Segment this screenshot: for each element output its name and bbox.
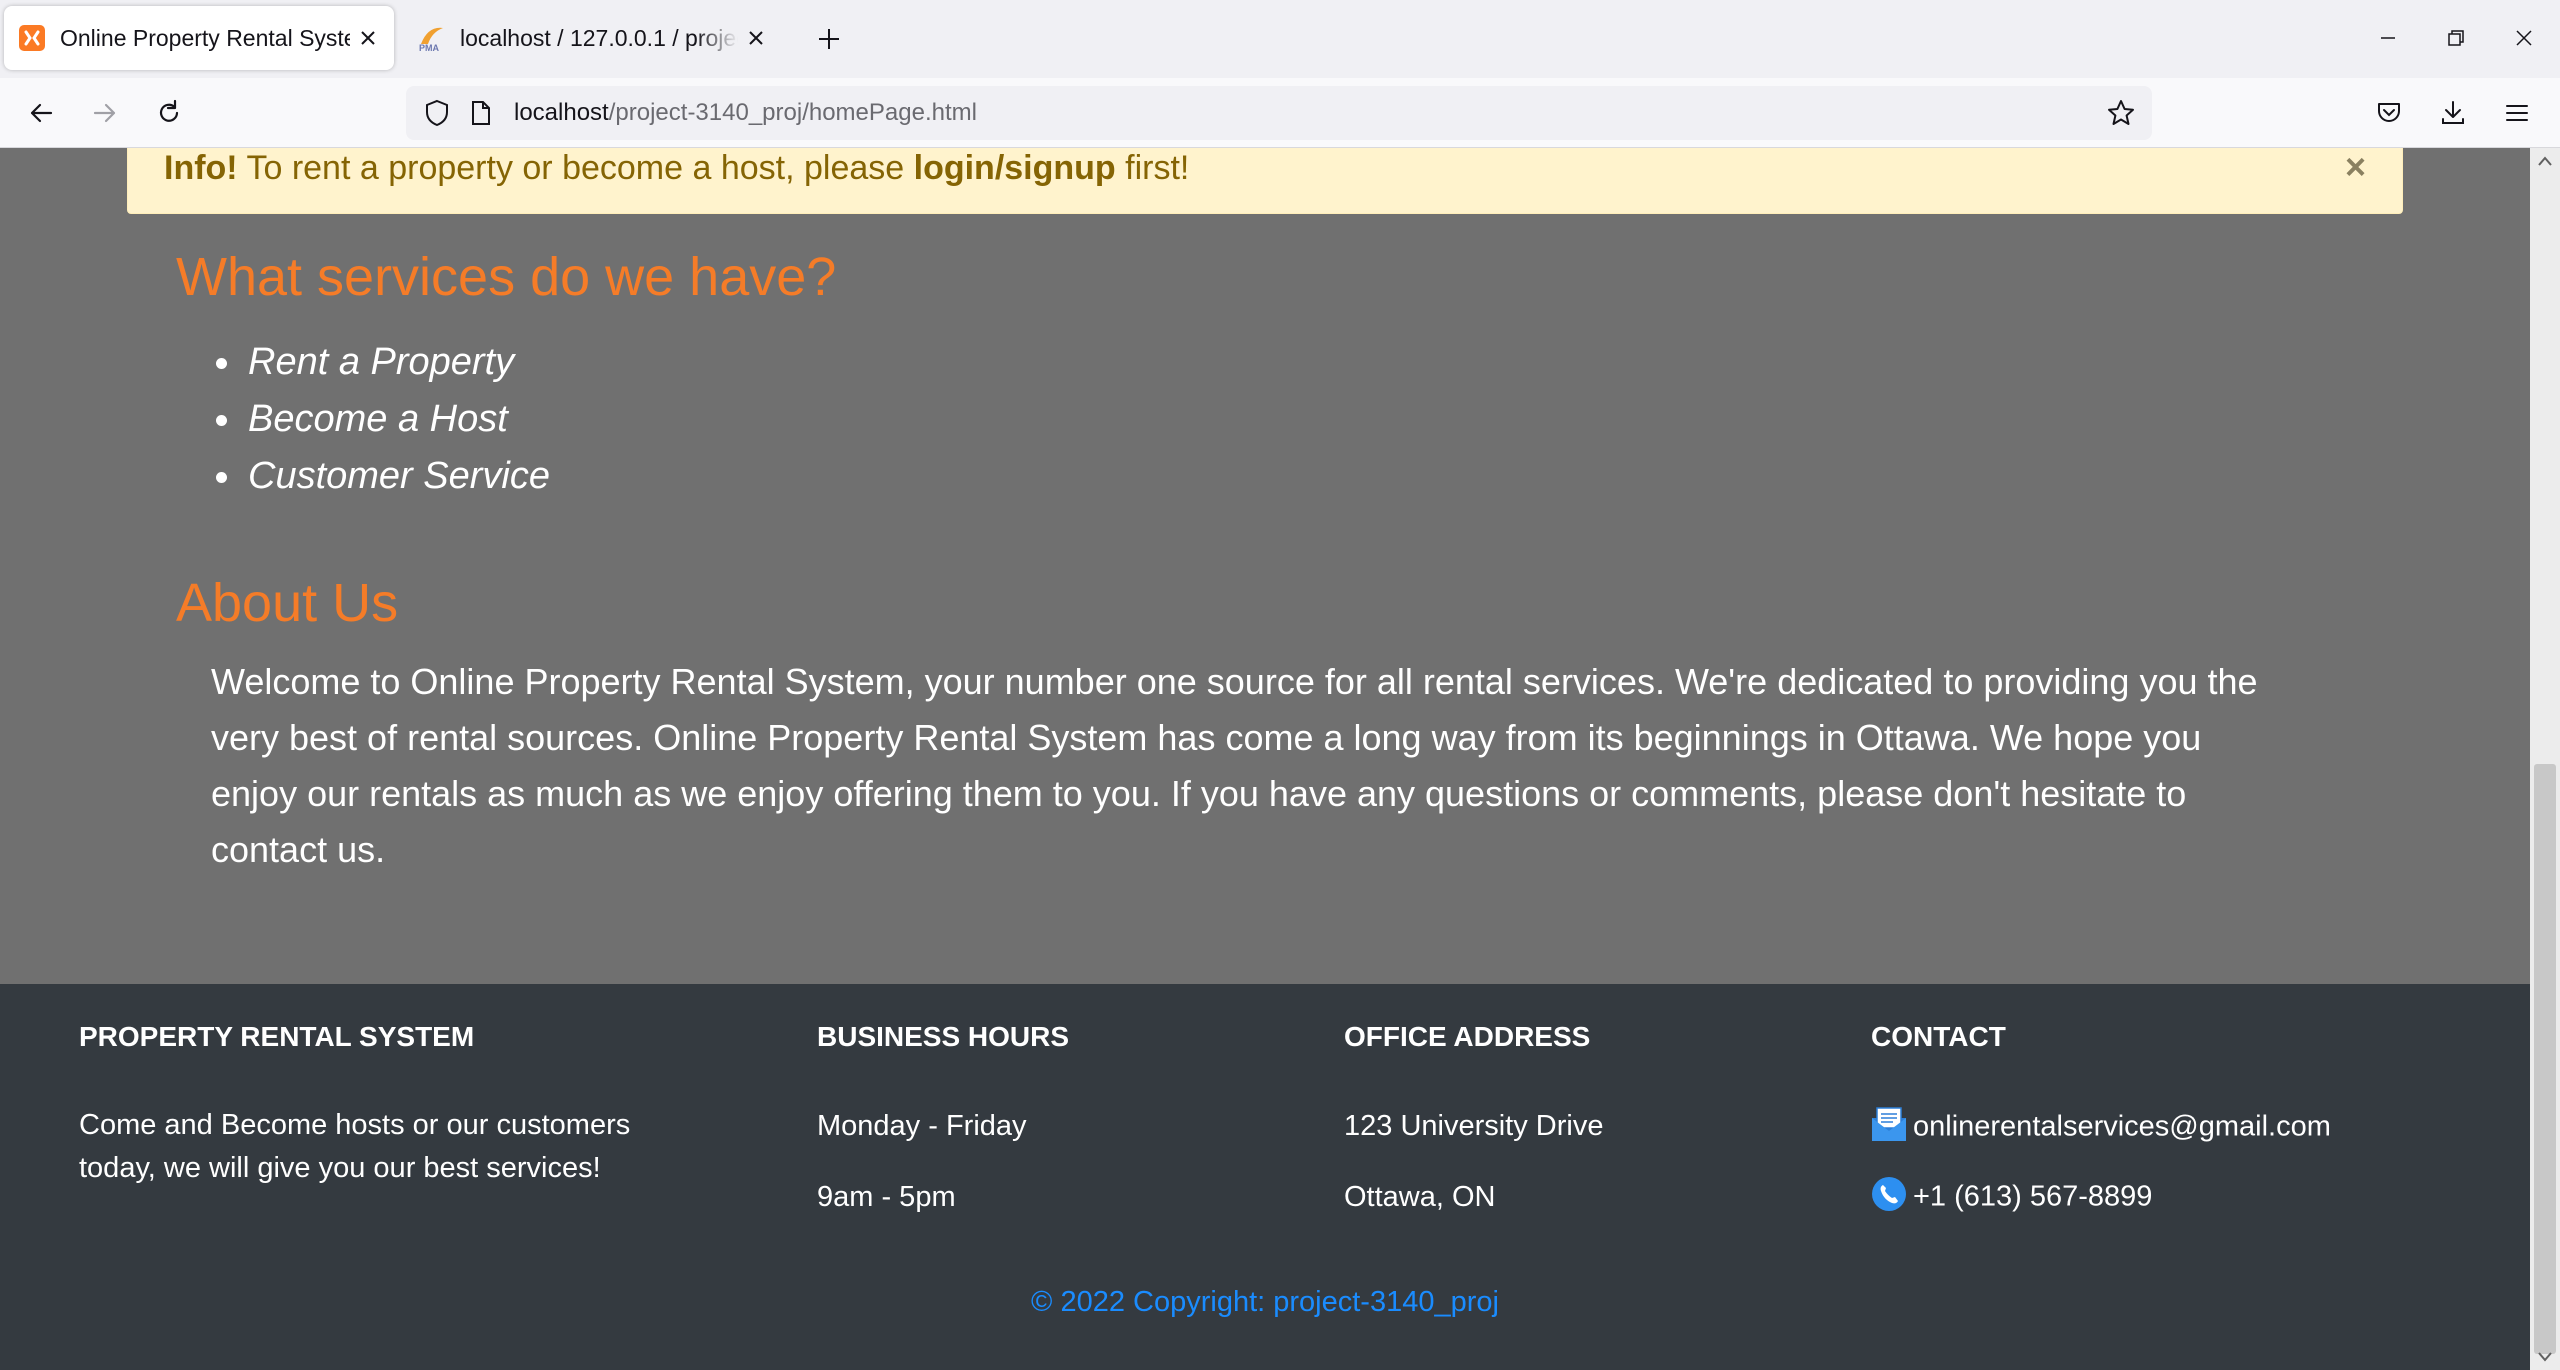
svg-text:PMA: PMA bbox=[419, 43, 440, 52]
bullet bbox=[216, 415, 227, 426]
minimize-icon[interactable] bbox=[2364, 16, 2412, 60]
browser-tab-bar: Online Property Rental System PMA localh… bbox=[0, 0, 2560, 78]
footer-address-line2: Ottawa, ON bbox=[1344, 1181, 1496, 1213]
phone-icon bbox=[1871, 1176, 1907, 1220]
restore-icon[interactable] bbox=[2432, 16, 2480, 60]
footer-hours-days: Monday - Friday bbox=[817, 1110, 1027, 1142]
footer-contact-email[interactable]: onlinerentalservices@gmail.com bbox=[1871, 1106, 2331, 1150]
reload-icon[interactable] bbox=[146, 90, 192, 136]
forward-arrow-icon[interactable] bbox=[82, 90, 128, 136]
bullet bbox=[216, 472, 227, 483]
footer-address-heading: OFFICE ADDRESS bbox=[1344, 1021, 1591, 1052]
footer-brand-text: Come and Become hosts or our customers t… bbox=[79, 1109, 631, 1184]
tab-online-property-rental[interactable]: Online Property Rental System bbox=[4, 6, 394, 70]
phpmyadmin-icon: PMA bbox=[418, 24, 446, 52]
login-signup-link[interactable]: login/signup bbox=[914, 149, 1116, 187]
scrollbar-thumb[interactable] bbox=[2534, 764, 2556, 1354]
email-icon bbox=[1871, 1106, 1907, 1150]
address-bar[interactable]: localhost/project-3140_proj/homePage.htm… bbox=[406, 86, 2152, 140]
xampp-icon bbox=[18, 24, 46, 52]
alert-text: To rent a property or become a host, ple… bbox=[237, 149, 914, 187]
page-viewport: Info! To rent a property or become a hos… bbox=[0, 148, 2530, 1370]
alert-close-button[interactable]: × bbox=[2345, 149, 2366, 185]
download-icon[interactable] bbox=[2430, 90, 2476, 136]
info-alert: Info! To rent a property or become a hos… bbox=[127, 148, 2403, 214]
about-heading: About Us bbox=[176, 573, 399, 633]
copyright-text[interactable]: © 2022 Copyright: project-3140_proj bbox=[0, 1286, 2530, 1319]
url-host: localhost bbox=[514, 99, 609, 126]
bookmark-star-icon[interactable] bbox=[2102, 94, 2140, 132]
footer-contact-heading: CONTACT bbox=[1871, 1021, 2006, 1052]
bullet bbox=[216, 358, 227, 369]
alert-strong: Info! bbox=[164, 149, 238, 187]
footer: PROPERTY RENTAL SYSTEM Come and Become h… bbox=[0, 984, 2530, 1370]
page-scrollbar[interactable] bbox=[2530, 148, 2560, 1370]
footer-hours-time: 9am - 5pm bbox=[817, 1181, 956, 1213]
services-list: Rent a Property Become a Host Customer S… bbox=[216, 334, 550, 505]
shield-icon[interactable] bbox=[420, 96, 454, 130]
list-item: Customer Service bbox=[216, 448, 550, 505]
url-path: /project-3140_proj/homePage.html bbox=[608, 99, 977, 126]
close-tab-icon[interactable] bbox=[738, 20, 774, 56]
scroll-up-icon[interactable] bbox=[2530, 148, 2560, 174]
list-item: Rent a Property bbox=[216, 334, 550, 391]
alert-message: Info! To rent a property or become a hos… bbox=[164, 149, 1189, 188]
page-icon[interactable] bbox=[466, 96, 496, 130]
new-tab-icon[interactable] bbox=[810, 20, 848, 58]
footer-brand-heading: PROPERTY RENTAL SYSTEM bbox=[79, 1021, 475, 1052]
footer-hours-heading: BUSINESS HOURS bbox=[817, 1021, 1070, 1052]
pocket-icon[interactable] bbox=[2366, 90, 2412, 136]
services-heading: What services do we have? bbox=[176, 247, 837, 307]
menu-icon[interactable] bbox=[2494, 90, 2540, 136]
footer-address-line1: 123 University Drive bbox=[1344, 1110, 1604, 1142]
email-text[interactable]: onlinerentalservices@gmail.com bbox=[1913, 1111, 2331, 1143]
alert-text-end: first! bbox=[1115, 149, 1190, 187]
service-label: Rent a Property bbox=[248, 341, 515, 383]
close-window-icon[interactable] bbox=[2500, 16, 2548, 60]
back-arrow-icon[interactable] bbox=[18, 90, 64, 136]
service-label: Customer Service bbox=[248, 455, 550, 497]
close-tab-icon[interactable] bbox=[350, 20, 386, 56]
tab-title: localhost / 127.0.0.1 / project-3140_pro… bbox=[460, 24, 738, 51]
tab-phpmyadmin[interactable]: PMA localhost / 127.0.0.1 / project-3140… bbox=[404, 6, 782, 70]
scroll-down-icon[interactable] bbox=[2530, 1344, 2560, 1370]
about-text: Welcome to Online Property Rental System… bbox=[211, 661, 2258, 870]
browser-nav-bar: localhost/project-3140_proj/homePage.htm… bbox=[0, 78, 2560, 148]
list-item: Become a Host bbox=[216, 391, 550, 448]
tab-title: Online Property Rental System bbox=[60, 24, 350, 51]
service-label: Become a Host bbox=[248, 398, 508, 440]
url-text[interactable]: localhost/project-3140_proj/homePage.htm… bbox=[514, 99, 977, 127]
phone-text[interactable]: +1 (613) 567-8899 bbox=[1913, 1181, 2152, 1213]
footer-contact-phone[interactable]: +1 (613) 567-8899 bbox=[1871, 1176, 2152, 1220]
